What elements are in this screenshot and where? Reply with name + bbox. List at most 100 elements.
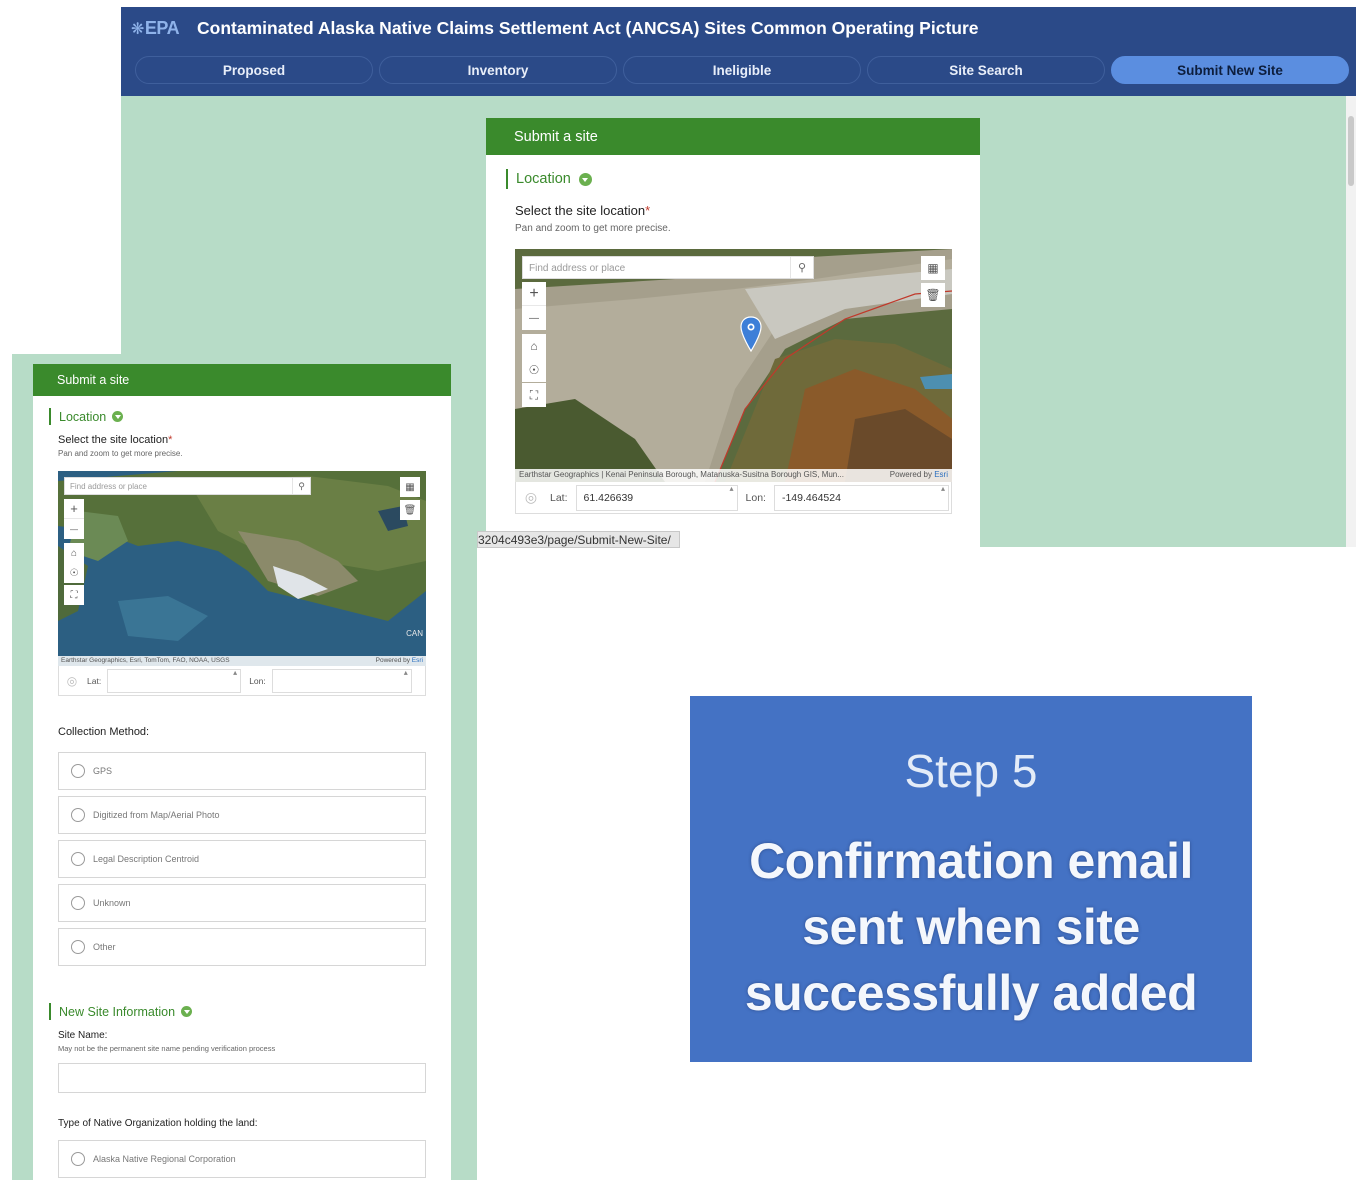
search-placeholder: Find address or place bbox=[70, 482, 147, 491]
nav-tab-ineligible[interactable]: Ineligible bbox=[623, 56, 861, 84]
radio-option-unknown[interactable]: Unknown bbox=[58, 884, 426, 922]
fullscreen-button[interactable]: ⛶ bbox=[64, 585, 84, 605]
map-view[interactable]: Find address or place ⚲ + — ⌂ ☉ ⛶ ▦ 🗑 CA… bbox=[58, 471, 426, 666]
section-title: Location bbox=[59, 409, 107, 424]
fullscreen-button[interactable]: ⛶ bbox=[522, 383, 546, 407]
satellite-map-image bbox=[515, 249, 952, 482]
map-view[interactable]: Find address or place ⚲ + — ⌂ ☉ ⛶ ▦ 🗑 Ea… bbox=[515, 249, 952, 482]
delete-button[interactable]: 🗑 bbox=[400, 500, 420, 520]
radio-label: Other bbox=[93, 942, 116, 952]
page-scrollbar[interactable] bbox=[1346, 96, 1356, 547]
question-hint: Pan and zoom to get more precise. bbox=[515, 223, 671, 234]
app-header: ❋EPA Contaminated Alaska Native Claims S… bbox=[121, 7, 1356, 96]
form-header: Submit a site bbox=[33, 364, 451, 396]
section-new-site-information[interactable]: New Site Information bbox=[49, 1003, 451, 1020]
radio-circle[interactable] bbox=[71, 896, 85, 910]
radio-option-legal-description[interactable]: Legal Description Centroid bbox=[58, 840, 426, 878]
required-mark: * bbox=[168, 434, 173, 446]
location-marker-icon[interactable]: ◎ bbox=[516, 483, 546, 513]
location-marker-icon[interactable]: ◎ bbox=[59, 667, 85, 695]
search-placeholder: Find address or place bbox=[529, 263, 626, 274]
locate-icon: ☉ bbox=[528, 363, 540, 377]
powered-by[interactable]: Powered by Esri bbox=[890, 470, 948, 481]
map-attribution: Earthstar Geographics | Kenai Peninsula … bbox=[515, 469, 952, 482]
site-name-label: Site Name: bbox=[58, 1030, 108, 1041]
nav-tab-site-search[interactable]: Site Search bbox=[867, 56, 1105, 84]
locate-button[interactable]: ☉ bbox=[64, 563, 84, 583]
attribution-text: Earthstar Geographics | Kenai Peninsula … bbox=[519, 470, 844, 479]
radio-label: Unknown bbox=[93, 898, 131, 908]
powered-by-text: Powered by bbox=[375, 657, 410, 664]
step-description: Confirmation email sent when site succes… bbox=[690, 828, 1252, 1026]
lon-input[interactable] bbox=[271, 668, 412, 693]
step-line-2: sent when site bbox=[802, 899, 1140, 955]
zoom-in-button[interactable]: + bbox=[522, 282, 546, 306]
locate-icon: ☉ bbox=[69, 567, 79, 579]
nav-tab-proposed[interactable]: Proposed bbox=[135, 56, 373, 84]
epa-logo-text: EPA bbox=[144, 18, 180, 38]
radio-circle[interactable] bbox=[71, 1152, 85, 1166]
esri-link[interactable]: Esri bbox=[412, 657, 423, 664]
lat-input[interactable]: 61.426639 bbox=[575, 484, 738, 511]
epa-logo[interactable]: ❋EPA bbox=[131, 18, 180, 39]
qr-code-button[interactable]: ▦ bbox=[400, 477, 420, 497]
step-title: Step 5 bbox=[904, 745, 1038, 797]
radio-option-regional-corporation[interactable]: Alaska Native Regional Corporation bbox=[58, 1140, 426, 1178]
lon-label: Lon: bbox=[249, 675, 266, 686]
radio-option-other[interactable]: Other bbox=[58, 928, 426, 966]
locate-button[interactable]: ☉ bbox=[522, 358, 546, 382]
section-title: Location bbox=[516, 171, 571, 187]
lon-input[interactable]: -149.464524 bbox=[773, 484, 949, 511]
search-icon[interactable]: ⚲ bbox=[292, 478, 310, 494]
step-line-1: Confirmation email bbox=[749, 833, 1193, 889]
radio-option-digitized[interactable]: Digitized from Map/Aerial Photo bbox=[58, 796, 426, 834]
collection-method-label: Collection Method: bbox=[58, 726, 150, 738]
coordinate-row: ◎ Lat: 61.426639 Lon: -149.464524 bbox=[515, 482, 952, 514]
site-name-input[interactable] bbox=[58, 1063, 426, 1093]
section-location[interactable]: Location bbox=[506, 169, 980, 189]
collapse-chevron-icon[interactable] bbox=[112, 411, 124, 422]
nav-tab-inventory[interactable]: Inventory bbox=[379, 56, 617, 84]
lat-label: Lat: bbox=[550, 491, 568, 504]
status-url-tooltip: 3204c493e3/page/Submit-New-Site/ bbox=[477, 531, 680, 548]
home-button[interactable]: ⌂ bbox=[64, 543, 84, 563]
nav-tab-submit-new-site[interactable]: Submit New Site bbox=[1111, 56, 1349, 84]
question-text: Select the site location bbox=[58, 434, 169, 446]
question-text: Select the site location bbox=[515, 203, 646, 218]
attribution-text: Earthstar Geographics, Esri, TomTom, FAO… bbox=[61, 657, 230, 664]
radio-circle[interactable] bbox=[71, 940, 85, 954]
fullscreen-icon: ⛶ bbox=[70, 589, 78, 601]
zoom-in-button[interactable]: + bbox=[64, 499, 84, 519]
map-pin-icon[interactable] bbox=[740, 316, 762, 352]
home-button[interactable]: ⌂ bbox=[522, 334, 546, 358]
powered-by[interactable]: Powered by Esri bbox=[376, 657, 423, 665]
epa-logo-icon: ❋ bbox=[131, 21, 144, 38]
radio-circle[interactable] bbox=[71, 852, 85, 866]
lat-input[interactable] bbox=[107, 668, 242, 693]
delete-button[interactable]: 🗑 bbox=[921, 283, 945, 307]
zoom-controls: + — bbox=[522, 282, 546, 330]
esri-link[interactable]: Esri bbox=[934, 470, 948, 479]
map-search-input[interactable]: Find address or place ⚲ bbox=[64, 477, 311, 495]
search-icon[interactable]: ⚲ bbox=[790, 257, 813, 278]
collapse-chevron-icon[interactable] bbox=[578, 172, 592, 186]
home-icon: ⌂ bbox=[70, 547, 78, 559]
section-title: New Site Information bbox=[59, 1004, 176, 1019]
radio-option-gps[interactable]: GPS bbox=[58, 752, 426, 790]
map-search-input[interactable]: Find address or place ⚲ bbox=[522, 256, 814, 279]
zoom-out-button[interactable]: — bbox=[64, 519, 84, 539]
lat-value: 61.426639 bbox=[583, 491, 634, 504]
section-location[interactable]: Location bbox=[49, 408, 451, 425]
radio-circle[interactable] bbox=[71, 808, 85, 822]
trash-icon: 🗑 bbox=[925, 288, 941, 302]
collapse-chevron-icon[interactable] bbox=[181, 1006, 193, 1017]
lon-label: Lon: bbox=[745, 491, 766, 504]
qr-code-button[interactable]: ▦ bbox=[921, 256, 945, 280]
radio-circle[interactable] bbox=[71, 764, 85, 778]
zoom-out-button[interactable]: — bbox=[522, 306, 546, 330]
coordinate-row: ◎ Lat: Lon: bbox=[58, 666, 426, 696]
scrollbar-thumb[interactable] bbox=[1348, 116, 1354, 186]
powered-by-text: Powered by bbox=[889, 470, 932, 479]
form-header: Submit a site bbox=[486, 118, 980, 155]
radio-label: Digitized from Map/Aerial Photo bbox=[93, 810, 220, 820]
